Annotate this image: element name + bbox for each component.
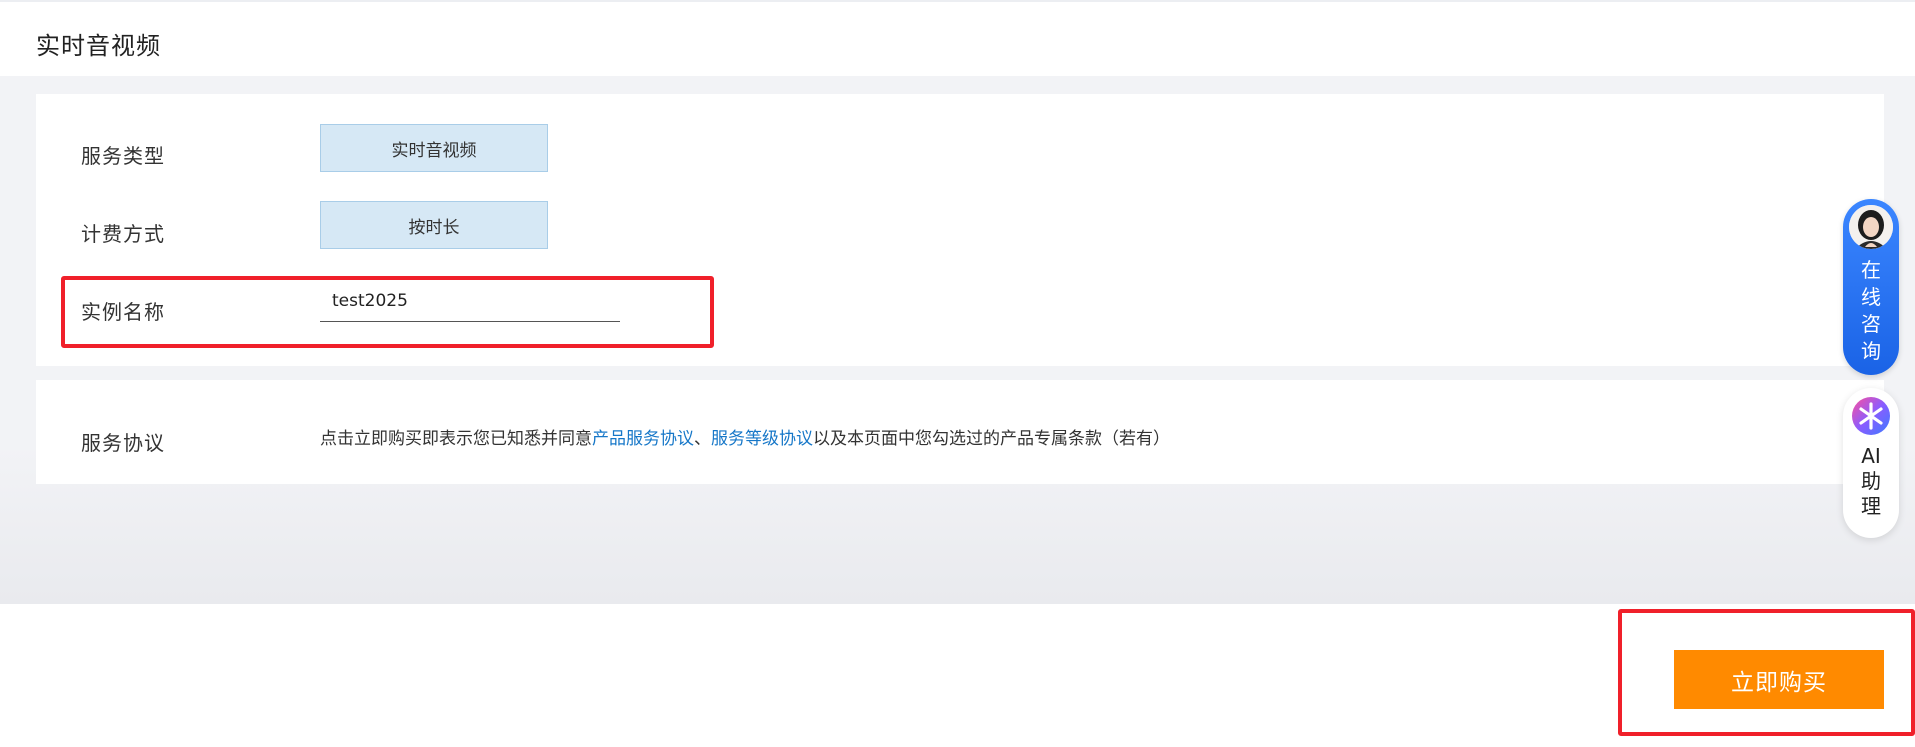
consult-char: 线 bbox=[1861, 285, 1881, 309]
ai-label-line: AI bbox=[1861, 444, 1881, 468]
ai-assistant-label: AI 助 理 bbox=[1843, 444, 1899, 519]
consult-char: 在 bbox=[1861, 258, 1881, 282]
ai-assistant-icon bbox=[1851, 396, 1891, 436]
ai-label-line: 理 bbox=[1861, 494, 1881, 518]
service-type-label: 服务类型 bbox=[81, 144, 165, 168]
online-consult-label: 在 线 咨 询 bbox=[1843, 257, 1899, 365]
billing-label: 计费方式 bbox=[81, 222, 165, 246]
consult-char: 询 bbox=[1861, 339, 1881, 363]
page-header: 实时音视频 bbox=[0, 2, 1915, 76]
consult-char: 咨 bbox=[1861, 312, 1881, 336]
agreement-text: 点击立即购买即表示您已知悉并同意产品服务协议、服务等级协议以及本页面中您勾选过的… bbox=[320, 424, 1170, 449]
agreement-prefix: 点击立即购买即表示您已知悉并同意 bbox=[320, 429, 592, 449]
product-service-agreement-link[interactable]: 产品服务协议 bbox=[592, 429, 694, 449]
page-title: 实时音视频 bbox=[36, 32, 161, 60]
ai-label-line: 助 bbox=[1861, 469, 1881, 493]
ai-assistant-widget[interactable]: AI 助 理 bbox=[1843, 388, 1899, 538]
consultant-avatar-icon bbox=[1849, 205, 1893, 249]
agreement-label: 服务协议 bbox=[81, 431, 165, 455]
online-consult-widget[interactable]: 在 线 咨 询 bbox=[1843, 199, 1899, 375]
service-level-agreement-link[interactable]: 服务等级协议 bbox=[711, 429, 813, 449]
billing-option[interactable]: 按时长 bbox=[320, 201, 548, 249]
buy-button-highlight bbox=[1618, 609, 1915, 736]
agreement-separator: 、 bbox=[694, 429, 711, 449]
agreement-suffix: 以及本页面中您勾选过的产品专属条款（若有） bbox=[813, 429, 1170, 449]
instance-name-highlight bbox=[61, 276, 714, 348]
service-type-option[interactable]: 实时音视频 bbox=[320, 124, 548, 172]
